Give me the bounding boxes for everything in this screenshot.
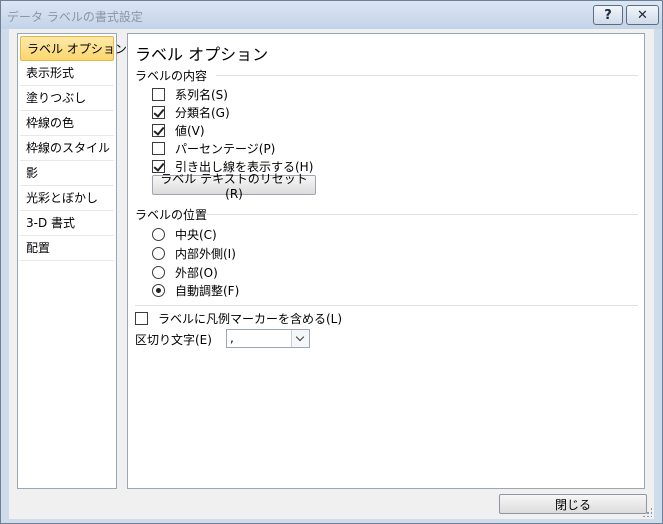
label-contains-heading: ラベルの内容 [135, 69, 208, 83]
category-name-label: 分類名(G) [175, 106, 230, 120]
close-icon: ✕ [637, 7, 648, 23]
category-name-checkbox[interactable] [152, 106, 165, 119]
legend-key-checkbox[interactable] [135, 312, 148, 325]
nav-item-border-style[interactable]: 枠線のスタイル [20, 136, 114, 161]
option-legend-key[interactable]: ラベルに凡例マーカーを含める(L) [135, 310, 342, 327]
center-radio[interactable] [152, 228, 165, 241]
position-center[interactable]: 中央(C) [152, 226, 217, 243]
position-best-fit[interactable]: 自動調整(F) [152, 282, 239, 299]
nav-item-label-options[interactable]: ラベル オプション [20, 36, 127, 61]
series-name-label: 系列名(S) [175, 88, 228, 102]
option-value[interactable]: 値(V) [152, 122, 205, 139]
best-fit-radio[interactable] [152, 284, 165, 297]
format-data-labels-dialog: データ ラベルの書式設定 ? ✕ ラベル オプション 表示形式 塗りつぶし 枠線… [0, 0, 663, 524]
window-close-button[interactable]: ✕ [626, 5, 659, 25]
nav-item-number-format[interactable]: 表示形式 [20, 61, 114, 86]
separator-value: , [230, 331, 234, 345]
nav-item-alignment[interactable]: 配置 [20, 236, 114, 261]
section-divider [216, 75, 638, 76]
percentage-checkbox[interactable] [152, 142, 165, 155]
chevron-down-icon[interactable] [291, 330, 309, 347]
position-inside-end[interactable]: 内部外側(I) [152, 245, 236, 262]
inside-end-label: 内部外側(I) [175, 247, 236, 261]
nav-item-shadow[interactable]: 影 [20, 161, 114, 186]
center-label: 中央(C) [175, 228, 217, 242]
option-percentage[interactable]: パーセンテージ(P) [152, 140, 275, 157]
section-divider [206, 214, 638, 215]
outside-end-radio[interactable] [152, 266, 165, 279]
legend-key-label: ラベルに凡例マーカーを含める(L) [158, 312, 343, 326]
window-title: データ ラベルの書式設定 [7, 10, 143, 24]
section-divider [135, 305, 638, 306]
best-fit-label: 自動調整(F) [175, 284, 240, 298]
help-button[interactable]: ? [593, 5, 623, 25]
nav-item-fill[interactable]: 塗りつぶし [20, 86, 114, 111]
separator-label: 区切り文字(E) [135, 333, 212, 347]
title-bar: データ ラベルの書式設定 ? ✕ [1, 1, 662, 29]
option-category-name[interactable]: 分類名(G) [152, 104, 230, 121]
series-name-checkbox[interactable] [152, 88, 165, 101]
nav-item-border-color[interactable]: 枠線の色 [20, 111, 114, 136]
percentage-label: パーセンテージ(P) [175, 142, 276, 156]
reset-label-text-button[interactable]: ラベル テキストのリセット(R) [152, 172, 316, 201]
value-checkbox[interactable] [152, 124, 165, 137]
separator-dropdown[interactable]: , [226, 329, 310, 348]
category-list: ラベル オプション 表示形式 塗りつぶし 枠線の色 枠線のスタイル 影 光彩とぼ… [17, 33, 127, 489]
outside-end-label: 外部(O) [175, 266, 218, 280]
nav-item-glow-soft-edges[interactable]: 光彩とぼかし [20, 186, 114, 211]
nav-item-3d-format[interactable]: 3-D 書式 [20, 211, 114, 236]
value-label: 値(V) [175, 124, 205, 138]
close-button[interactable]: 閉じる [499, 494, 647, 514]
label-position-heading: ラベルの位置 [135, 208, 208, 222]
inside-end-radio[interactable] [152, 247, 165, 260]
position-outside-end[interactable]: 外部(O) [152, 264, 218, 281]
help-icon: ? [604, 7, 612, 23]
dialog-client-area: ラベル オプション 表示形式 塗りつぶし 枠線の色 枠線のスタイル 影 光彩とぼ… [9, 29, 654, 519]
panel-title: ラベル オプション [135, 45, 269, 64]
label-options-panel: ラベル オプション ラベルの内容 系列名(S) 分類名(G) 値(V) パーセン… [127, 33, 645, 489]
option-series-name[interactable]: 系列名(S) [152, 86, 228, 103]
